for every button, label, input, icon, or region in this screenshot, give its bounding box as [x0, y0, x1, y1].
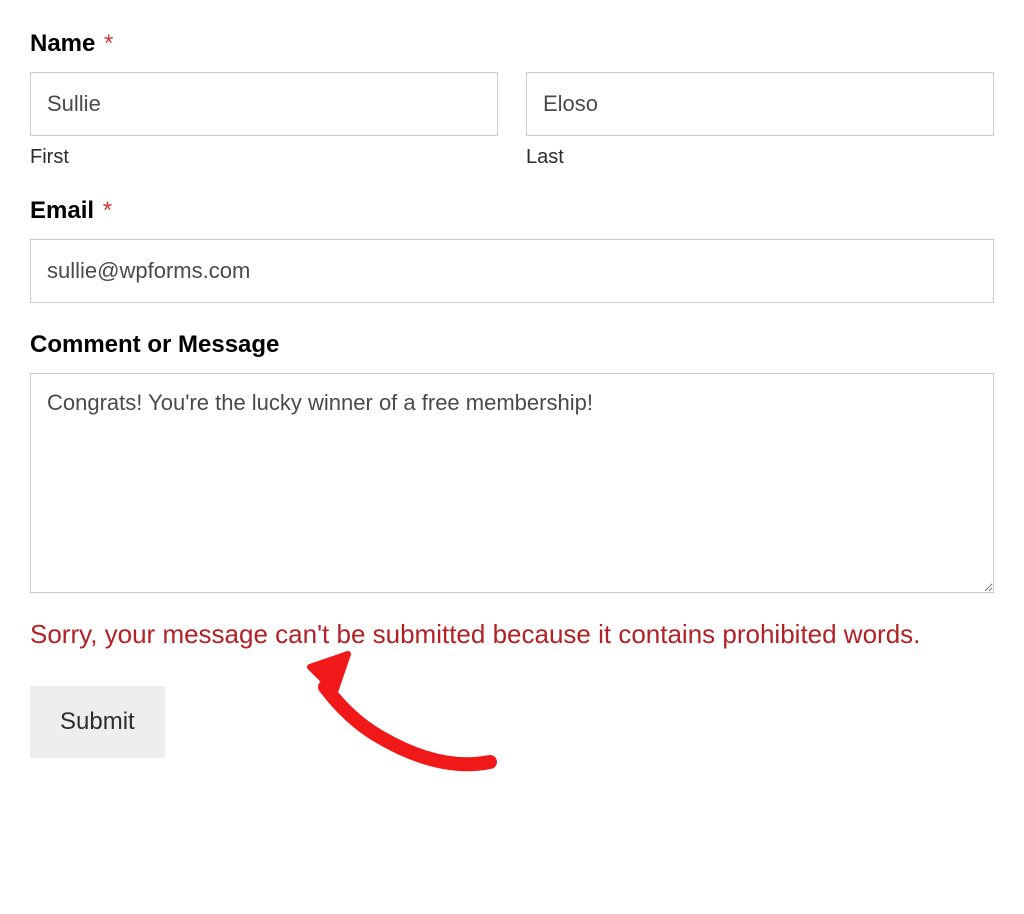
last-name-col: Last [526, 72, 994, 169]
last-name-sublabel: Last [526, 146, 994, 169]
error-text: Sorry, your message can't be submitted b… [30, 619, 920, 649]
name-field-group: Name * First Last [30, 30, 994, 169]
first-name-col: First [30, 72, 498, 169]
name-label: Name * [30, 30, 994, 58]
first-name-input[interactable] [30, 72, 498, 136]
name-label-text: Name [30, 30, 95, 57]
message-textarea[interactable] [30, 373, 994, 593]
error-message: Sorry, your message can't be submitted b… [30, 612, 994, 656]
submit-button[interactable]: Submit [30, 686, 165, 758]
last-name-input[interactable] [526, 72, 994, 136]
annotation-arrow-icon [300, 642, 520, 782]
first-name-sublabel: First [30, 146, 498, 169]
required-asterisk: * [104, 30, 113, 57]
required-asterisk: * [103, 197, 112, 224]
message-label-text: Comment or Message [30, 331, 279, 358]
name-row: First Last [30, 72, 994, 169]
message-field-group: Comment or Message [30, 331, 994, 598]
email-label-text: Email [30, 197, 94, 224]
email-field-group: Email * [30, 197, 994, 303]
email-label: Email * [30, 197, 994, 225]
email-input[interactable] [30, 239, 994, 303]
message-label: Comment or Message [30, 331, 994, 359]
